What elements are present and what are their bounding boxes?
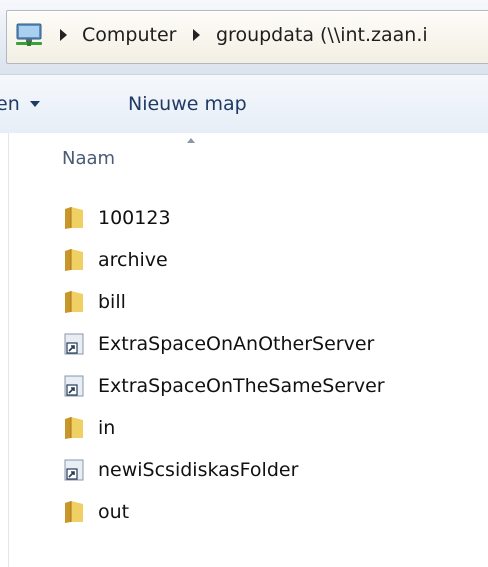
list-item[interactable]: 100123 — [0, 199, 488, 241]
list-item[interactable]: ExtraSpaceOnAnOtherServer — [0, 325, 488, 367]
organize-button[interactable]: en — [0, 91, 20, 117]
file-name: 100123 — [98, 207, 171, 229]
command-bar: en Nieuwe map — [0, 74, 488, 134]
folder-icon — [65, 291, 83, 313]
file-name: bill — [98, 291, 126, 313]
breadcrumb-groupdata[interactable]: groupdata (\\int.zaan.i — [216, 20, 428, 50]
explorer-window: Computer groupdata (\\int.zaan.i en Nieu… — [0, 0, 488, 567]
list-item[interactable]: out — [0, 493, 488, 535]
network-drive-icon[interactable] — [14, 22, 44, 48]
folder-icon — [65, 501, 83, 523]
column-header-name[interactable]: Naam — [62, 145, 115, 173]
list-item[interactable]: archive — [0, 241, 488, 283]
file-name: ExtraSpaceOnTheSameServer — [98, 375, 385, 397]
list-item[interactable]: in — [0, 409, 488, 451]
file-name: newiScsidiskasFolder — [98, 459, 299, 481]
sort-ascending-icon — [187, 138, 195, 143]
breadcrumb-arrow-icon[interactable] — [193, 29, 200, 41]
address-bar: Computer groupdata (\\int.zaan.i — [0, 0, 488, 74]
file-list-pane: Naam 100123 archive bill ExtraSpaceOnAnO… — [0, 133, 488, 567]
folder-icon — [65, 417, 83, 439]
new-folder-button[interactable]: Nieuwe map — [128, 91, 247, 117]
file-name: out — [98, 501, 130, 523]
breadcrumb-arrow-icon[interactable] — [60, 29, 67, 41]
list-item[interactable]: bill — [0, 283, 488, 325]
shortcut-icon — [64, 459, 84, 481]
list-item[interactable]: newiScsidiskasFolder — [0, 451, 488, 493]
file-name: in — [98, 417, 116, 439]
list-item[interactable]: ExtraSpaceOnTheSameServer — [0, 367, 488, 409]
file-name: ExtraSpaceOnAnOtherServer — [98, 333, 375, 355]
shortcut-icon — [64, 333, 84, 355]
chevron-down-icon[interactable] — [30, 101, 40, 107]
folder-icon — [65, 249, 83, 271]
file-list: 100123 archive bill ExtraSpaceOnAnOtherS… — [0, 199, 488, 535]
breadcrumb-computer[interactable]: Computer — [82, 20, 176, 50]
file-name: archive — [98, 249, 168, 271]
folder-icon — [65, 207, 83, 229]
shortcut-icon — [64, 375, 84, 397]
